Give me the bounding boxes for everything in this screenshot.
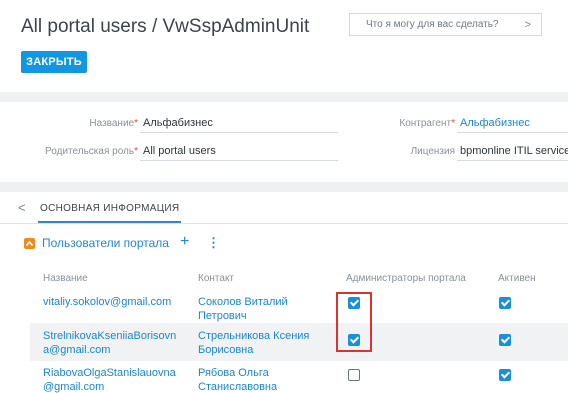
page-header: All portal users / VwSspAdminUnit Что я … bbox=[0, 0, 568, 92]
column-header-portal-admins[interactable]: Администраторы портала bbox=[346, 273, 466, 284]
name-field[interactable]: Альфабизнес bbox=[143, 117, 213, 129]
chevron-left-icon[interactable]: < bbox=[18, 200, 26, 215]
section-divider bbox=[0, 182, 568, 192]
account-field[interactable]: Альфабизнес bbox=[460, 117, 530, 129]
more-options-icon[interactable]: ⋮ bbox=[207, 235, 220, 251]
tab-main-info[interactable]: ОСНОВНАЯ ИНФОРМАЦИЯ bbox=[40, 203, 179, 214]
license-field-underline bbox=[457, 160, 568, 161]
contact-link[interactable]: Рябова Ольга Станиславовна bbox=[198, 366, 277, 393]
close-button[interactable]: ЗАКРЫТЬ bbox=[21, 51, 87, 73]
column-header-contact[interactable]: Контакт bbox=[198, 273, 234, 284]
section-divider bbox=[0, 92, 568, 102]
contact-link[interactable]: Соколов Виталий Петрович bbox=[198, 295, 288, 323]
license-field[interactable]: bpmonline ITIL service bbox=[460, 145, 568, 157]
parent-role-field-label: Родительская роль* bbox=[45, 146, 138, 157]
highlight-frame bbox=[336, 292, 372, 352]
tab-divider bbox=[0, 223, 568, 224]
collapse-detail-icon[interactable] bbox=[24, 238, 35, 249]
parent-role-field-underline bbox=[140, 160, 338, 161]
user-name-link[interactable]: RiabovaOlgaStanislauovna @gmail.com bbox=[43, 366, 176, 393]
active-checkbox[interactable] bbox=[499, 297, 511, 309]
command-search-input[interactable]: Что я могу для вас сделать? > bbox=[349, 13, 542, 36]
page: All portal users / VwSspAdminUnit Что я … bbox=[0, 0, 568, 393]
license-field-label: Лицензия bbox=[410, 146, 455, 157]
user-name-link[interactable]: vitaliy.sokolov@gmail.com bbox=[43, 295, 171, 309]
chevron-right-icon[interactable]: > bbox=[525, 19, 531, 31]
add-icon[interactable]: + bbox=[180, 233, 189, 251]
parent-role-field[interactable]: All portal users bbox=[143, 145, 216, 157]
active-checkbox[interactable] bbox=[499, 369, 511, 381]
record-fields: Название* Альфабизнес Родительская роль*… bbox=[0, 102, 568, 182]
user-name-link[interactable]: StrelnikovaKseniiaBorisovn a@gmail.com bbox=[43, 329, 176, 357]
active-checkbox[interactable] bbox=[499, 334, 511, 346]
column-header-name[interactable]: Название bbox=[43, 273, 88, 284]
portal-admin-checkbox[interactable] bbox=[348, 369, 360, 381]
account-field-underline bbox=[457, 132, 568, 133]
search-placeholder: Что я могу для вас сделать? bbox=[366, 19, 499, 30]
page-title: All portal users / VwSspAdminUnit bbox=[21, 16, 310, 37]
column-header-active[interactable]: Активен bbox=[498, 273, 536, 284]
account-field-label: Контрагент* bbox=[399, 118, 455, 129]
name-field-label: Название* bbox=[89, 118, 138, 129]
detail-title[interactable]: Пользователи портала bbox=[42, 236, 169, 250]
name-field-underline bbox=[140, 132, 338, 133]
contact-link[interactable]: Стрельникова Ксения Борисовна bbox=[198, 329, 309, 357]
